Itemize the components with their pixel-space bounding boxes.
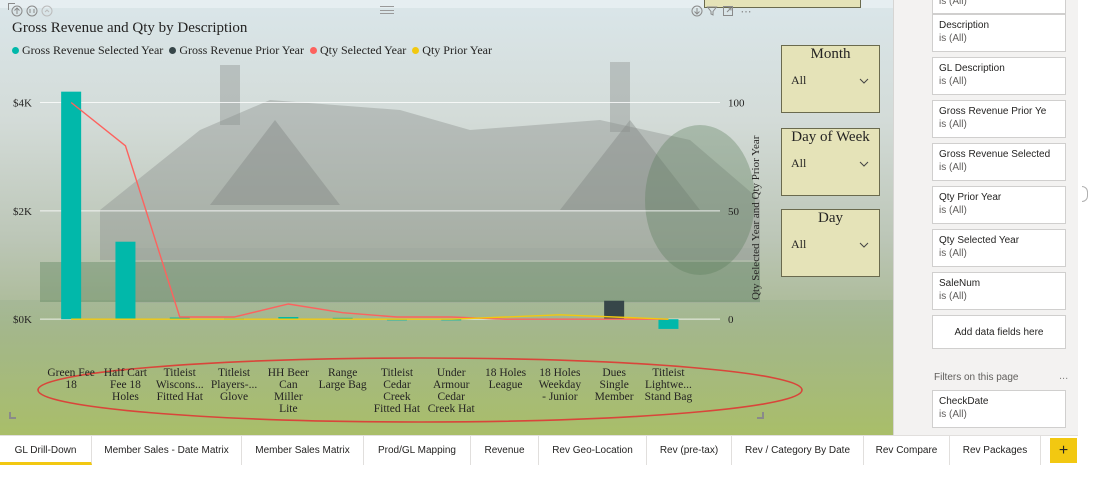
x-axis-tick-label: Under Armour Cedar Creek Hat xyxy=(427,367,475,415)
bottom-margin xyxy=(0,465,1102,485)
filter-value: is (All) xyxy=(939,119,967,130)
filter-value: is (All) xyxy=(939,248,967,259)
filter-card[interactable]: is (All) xyxy=(932,0,1066,14)
bars xyxy=(61,91,679,329)
slicer-value[interactable]: All xyxy=(791,156,806,171)
filter-name: SaleNum xyxy=(939,278,981,289)
x-axis-tick-label: 18 Holes League xyxy=(484,367,527,391)
filter-name: Gross Revenue Selected xyxy=(939,149,1051,160)
chevron-down-icon[interactable] xyxy=(859,159,869,169)
filter-card-checkdate[interactable]: CheckDate is (All) xyxy=(932,390,1066,428)
filter-card-description[interactable]: Description is (All) xyxy=(932,14,1066,52)
chevron-down-icon[interactable] xyxy=(859,76,869,86)
slicer-value[interactable]: All xyxy=(791,73,806,88)
bar xyxy=(658,319,679,329)
tab-rev-pre-tax[interactable]: Rev (pre-tax) xyxy=(647,436,732,465)
tab-revenue[interactable]: Revenue xyxy=(471,436,539,465)
slicer-title: Month xyxy=(810,46,851,62)
tab-rev-category-by-date[interactable]: Rev / Category By Date xyxy=(732,436,864,465)
x-axis-tick-label: Dues Single Member xyxy=(594,367,634,403)
slicer-title: Day of Week xyxy=(791,129,870,145)
tab-member-sales-date-matrix[interactable]: Member Sales - Date Matrix xyxy=(92,436,242,465)
filter-value: is (All) xyxy=(939,409,967,420)
left-axis-tick-label: $0K xyxy=(13,314,32,326)
filter-name: Qty Prior Year xyxy=(939,192,1002,203)
tab-rev-geo-location[interactable]: Rev Geo-Location xyxy=(539,436,647,465)
x-axis-tick-label: Titleist Cedar Creek Fitted Hat xyxy=(373,367,421,415)
slicer-day[interactable]: Day All xyxy=(781,209,880,277)
tab-prod-gl-mapping[interactable]: Prod/GL Mapping xyxy=(364,436,471,465)
x-axis-tick-label: Titleist Lightwe... Stand Bag xyxy=(644,367,693,403)
slicer-month[interactable]: Month All xyxy=(781,45,880,113)
filter-value: is (All) xyxy=(939,33,967,44)
bar xyxy=(115,241,136,320)
x-axis-tick-label: HH Beer Can Miller Lite xyxy=(267,367,309,415)
slicer-title: Day xyxy=(818,210,843,226)
tab-gl-drill-down[interactable]: GL Drill-Down xyxy=(0,436,92,465)
chevron-down-icon[interactable] xyxy=(859,240,869,250)
filter-name: Qty Selected Year xyxy=(939,235,1020,246)
right-axis-tick-label: 100 xyxy=(728,98,745,110)
filter-value: is (All) xyxy=(939,0,967,7)
slicer-value[interactable]: All xyxy=(791,237,806,252)
x-axis-tick-label: Green Fee 18 xyxy=(47,367,95,391)
add-data-fields-drop-zone[interactable]: Add data fields here xyxy=(932,315,1066,349)
filter-name: CheckDate xyxy=(939,396,989,407)
x-axis-tick-label: Range Large Bag xyxy=(318,367,367,391)
gridlines xyxy=(40,102,720,320)
right-axis: 0 50 100 xyxy=(728,98,745,327)
filter-value: is (All) xyxy=(939,76,967,87)
right-axis-tick-label: 50 xyxy=(728,206,740,218)
filter-value: is (All) xyxy=(939,205,967,216)
filters-pane: is (All) Description is (All) GL Descrip… xyxy=(893,0,1102,435)
filter-card-qty-prior[interactable]: Qty Prior Year is (All) xyxy=(932,186,1066,224)
filter-name: Description xyxy=(939,20,990,31)
page-tab-bar: GL Drill-Down Member Sales - Date Matrix… xyxy=(0,435,1078,465)
tab-member-sales-matrix[interactable]: Member Sales Matrix xyxy=(242,436,364,465)
filters-on-page-heading: Filters on this page xyxy=(934,372,1019,383)
bar xyxy=(61,91,82,320)
filter-value: is (All) xyxy=(939,162,967,173)
filter-value: is (All) xyxy=(939,291,967,302)
tab-rev-packages[interactable]: Rev Packages xyxy=(950,436,1041,465)
right-axis-tick-label: 0 xyxy=(728,314,734,326)
add-page-button[interactable]: + xyxy=(1050,438,1077,463)
pane-edge xyxy=(1078,0,1102,485)
more-options-icon[interactable]: ... xyxy=(1059,370,1068,382)
filter-card-qty-selected[interactable]: Qty Selected Year is (All) xyxy=(932,229,1066,267)
x-axis-tick-label: Titleist Players-... Glove xyxy=(210,367,258,403)
left-axis: $0K $2K $4K xyxy=(13,98,32,327)
left-axis-tick-label: $4K xyxy=(13,98,32,110)
filter-card-salenum[interactable]: SaleNum is (All) xyxy=(932,272,1066,310)
filter-name: GL Description xyxy=(939,63,1005,74)
x-axis-tick-label: Half Cart Fee 18 Holes xyxy=(103,367,147,403)
x-axis-tick-label: Titleist Wiscons... Fitted Hat xyxy=(155,367,204,403)
right-axis-title: Qty Selected Year and Qty Prior Year xyxy=(750,135,762,300)
left-axis-tick-label: $2K xyxy=(13,206,32,218)
filter-card-gross-revenue-selected[interactable]: Gross Revenue Selected is (All) xyxy=(932,143,1066,181)
tab-rev-compare[interactable]: Rev Compare xyxy=(864,436,950,465)
filter-card-gl-description[interactable]: GL Description is (All) xyxy=(932,57,1066,95)
x-axis-tick-label: 18 Holes Weekday - Junior xyxy=(538,367,582,403)
filter-name: Gross Revenue Prior Ye xyxy=(939,106,1047,117)
filter-card-gross-revenue-prior[interactable]: Gross Revenue Prior Ye is (All) xyxy=(932,100,1066,138)
slicer-day-of-week[interactable]: Day of Week All xyxy=(781,128,880,196)
